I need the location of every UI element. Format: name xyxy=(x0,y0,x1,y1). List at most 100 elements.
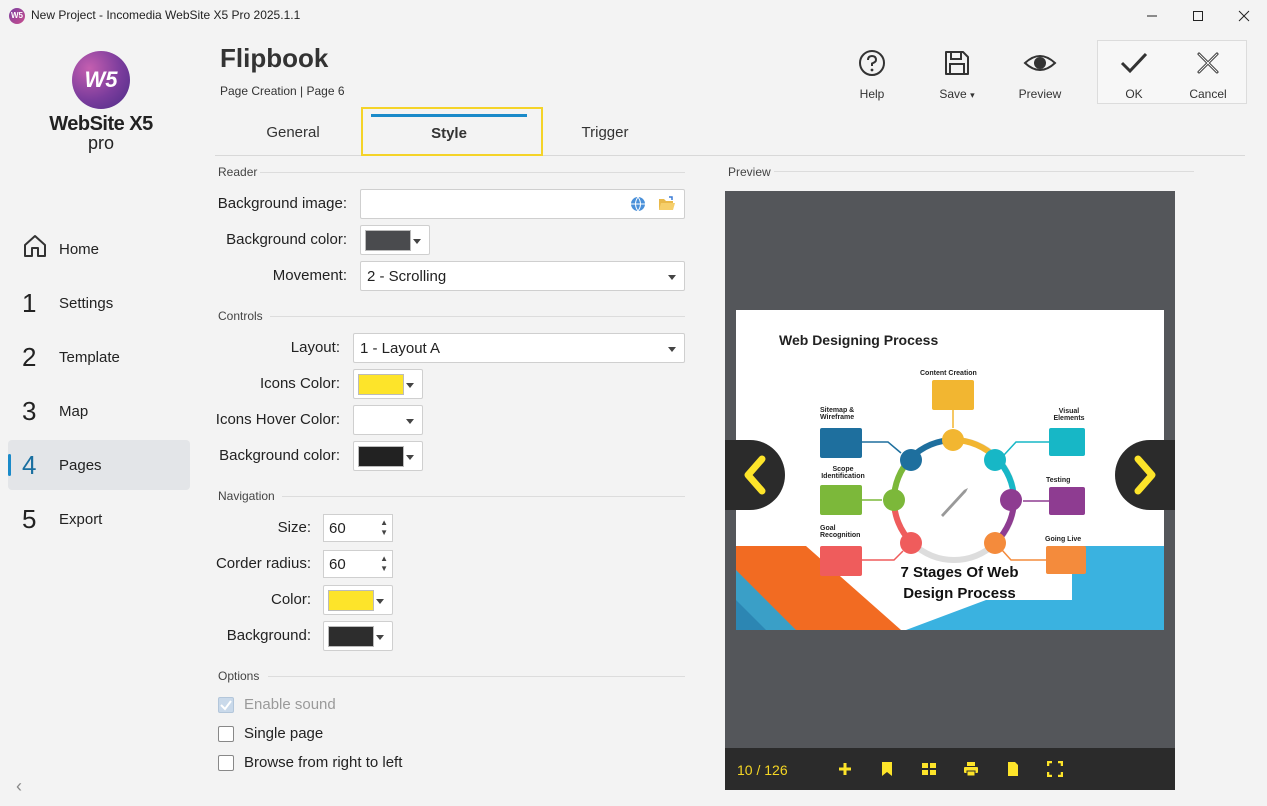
print-icon[interactable] xyxy=(963,761,979,777)
color-swatch xyxy=(358,446,404,467)
color-swatch xyxy=(358,410,404,431)
ok-label: OK xyxy=(1125,87,1143,101)
preview-section-title: Preview xyxy=(728,165,771,179)
sidebar-item-label: Map xyxy=(59,402,89,420)
layout-value: 1 - Layout A xyxy=(360,340,441,357)
size-stepper[interactable]: 60 ▲ ▼ xyxy=(323,514,393,542)
single-page-label: Single page xyxy=(244,725,324,742)
enable-sound-checkbox[interactable] xyxy=(218,697,234,713)
section-divider xyxy=(282,496,685,497)
section-divider xyxy=(260,172,685,173)
breadcrumb: Page Creation | Page 6 xyxy=(220,84,345,98)
sidebar-item-label: Export xyxy=(59,510,103,528)
checkmark-icon xyxy=(1102,46,1166,80)
save-button[interactable]: Save ▾ xyxy=(925,46,989,101)
app-logo-edition: pro xyxy=(87,133,114,153)
sidebar-item-template[interactable]: 2 Template xyxy=(8,332,190,382)
section-divider xyxy=(774,171,1194,172)
sidebar-item-number: 5 xyxy=(22,503,37,534)
stage-label: Scope Identification xyxy=(821,466,865,480)
radius-label: Corder radius: xyxy=(215,555,311,572)
sidebar-item-map[interactable]: 3 Map xyxy=(8,386,190,436)
close-icon xyxy=(1238,10,1250,22)
bg-image-label: Background image: xyxy=(217,195,347,212)
layout-select[interactable]: 1 - Layout A xyxy=(353,333,685,363)
collapse-sidebar-button[interactable]: ‹ xyxy=(16,776,22,797)
color-swatch xyxy=(328,626,374,647)
section-divider xyxy=(270,316,685,317)
enable-sound-label: Enable sound xyxy=(244,696,336,713)
icons-color-picker[interactable] xyxy=(353,369,423,399)
stepper-arrows-icon[interactable]: ▲ ▼ xyxy=(380,518,388,538)
infographic-center-text: 7 Stages Of Web Design Process xyxy=(876,562,1043,604)
sidebar-item-pages[interactable]: 4 Pages xyxy=(8,440,190,490)
bg-color-picker[interactable] xyxy=(360,225,430,255)
rtl-checkbox[interactable] xyxy=(218,755,234,771)
bookmark-icon[interactable] xyxy=(879,761,895,777)
center-line-2: Design Process xyxy=(903,585,1016,602)
icons-hover-label: Icons Hover Color: xyxy=(215,411,340,428)
preview-label: Preview xyxy=(1018,87,1062,101)
chevron-down-icon xyxy=(413,239,421,244)
chevron-down-icon xyxy=(376,599,384,604)
tab-trigger[interactable]: Trigger xyxy=(515,112,695,154)
sidebar-item-number: 2 xyxy=(22,341,37,372)
stage-label: Content Creation xyxy=(920,370,977,377)
help-button[interactable]: Help xyxy=(840,46,904,101)
app-logo: W5 xyxy=(72,51,130,109)
radius-stepper[interactable]: 60 ▲ ▼ xyxy=(323,550,393,578)
chevron-down-icon xyxy=(406,383,414,388)
preview-button[interactable]: Preview xyxy=(1008,46,1072,101)
zoom-in-icon[interactable] xyxy=(837,761,853,777)
movement-value: 2 - Scrolling xyxy=(367,268,447,285)
section-navigation-title: Navigation xyxy=(218,489,275,503)
sidebar-item-settings[interactable]: 1 Settings xyxy=(8,278,190,328)
document-icon[interactable] xyxy=(1005,761,1021,777)
size-value: 60 xyxy=(329,520,346,537)
sidebar-item-home[interactable]: Home xyxy=(8,224,190,274)
stage-label: Testing xyxy=(1046,477,1071,484)
close-window-button[interactable] xyxy=(1221,0,1267,32)
app-icon: W5 xyxy=(9,8,25,24)
minimize-button[interactable] xyxy=(1129,0,1175,32)
open-folder-icon[interactable] xyxy=(658,196,676,215)
radius-value: 60 xyxy=(329,556,346,573)
sidebar-item-export[interactable]: 5 Export xyxy=(8,494,190,544)
controls-bg-color-label: Background color: xyxy=(219,447,340,464)
nav-background-picker[interactable] xyxy=(323,621,393,651)
section-controls-title: Controls xyxy=(218,309,263,323)
page-counter: 10 / 126 xyxy=(737,762,788,778)
rtl-label: Browse from right to left xyxy=(244,754,403,771)
infographic-title: Web Designing Process xyxy=(779,332,939,348)
home-icon xyxy=(22,233,56,266)
movement-select[interactable]: 2 - Scrolling xyxy=(360,261,685,291)
color-swatch xyxy=(365,230,411,251)
maximize-button[interactable] xyxy=(1175,0,1221,32)
save-icon xyxy=(925,46,989,80)
center-line-1: 7 Stages Of Web xyxy=(900,564,1019,581)
sidebar-item-number: 1 xyxy=(22,287,37,318)
single-page-checkbox[interactable] xyxy=(218,726,234,742)
cancel-button[interactable]: Cancel xyxy=(1176,46,1240,101)
stepper-arrows-icon[interactable]: ▲ ▼ xyxy=(380,554,388,574)
movement-label: Movement: xyxy=(272,267,347,284)
fullscreen-icon[interactable] xyxy=(1046,760,1064,778)
ok-button[interactable]: OK xyxy=(1102,46,1166,101)
nav-color-picker[interactable] xyxy=(323,585,393,615)
sidebar-item-number: 4 xyxy=(22,449,37,480)
stage-label: Goal Recognition xyxy=(820,525,861,539)
close-x-icon xyxy=(1176,46,1240,80)
thumbnails-icon[interactable] xyxy=(921,761,937,777)
size-label: Size: xyxy=(277,519,311,536)
icons-hover-color-picker[interactable] xyxy=(353,405,423,435)
chevron-down-icon xyxy=(376,635,384,640)
bg-image-field[interactable] xyxy=(360,189,685,219)
globe-icon[interactable] xyxy=(630,196,646,215)
tab-general[interactable]: General xyxy=(203,112,383,154)
chevron-down-icon xyxy=(406,455,414,460)
cancel-label: Cancel xyxy=(1189,87,1227,101)
save-label: Save ▾ xyxy=(939,87,975,101)
sidebar-item-number: 3 xyxy=(22,395,37,426)
controls-bg-color-picker[interactable] xyxy=(353,441,423,471)
layout-label: Layout: xyxy=(290,339,340,356)
